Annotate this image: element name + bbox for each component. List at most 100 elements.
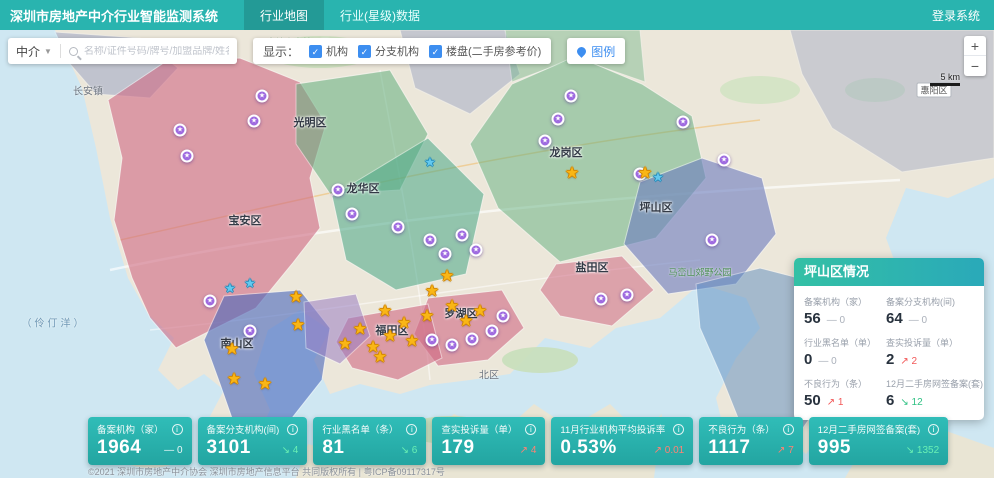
info-icon[interactable]: i — [783, 424, 794, 435]
agency-marker-icon[interactable]: ★ — [706, 234, 719, 247]
estate-star-icon[interactable]: ★ — [338, 337, 352, 353]
estate-star-icon[interactable]: ★ — [440, 269, 454, 285]
stat-card-bottom: 179↗ 4 — [441, 437, 536, 459]
estate-star-icon[interactable]: ★ — [378, 304, 392, 320]
display-checkbox-2[interactable]: ✓ 楼盘(二手房参考价) — [429, 43, 541, 59]
estate-star-icon[interactable]: ★ — [565, 166, 579, 182]
panel-stat-label: 不良行为（条） — [804, 377, 876, 390]
display-checkbox-0[interactable]: ✓机构 — [309, 43, 348, 59]
search-input[interactable] — [84, 46, 229, 57]
agency-marker-icon[interactable]: ★ — [181, 150, 194, 163]
stat-card-top: 11月行业机构平均投诉率 i — [560, 422, 684, 436]
agency-marker-icon[interactable]: ★ — [446, 339, 459, 352]
trend-flat-icon: — 0 — [164, 445, 182, 456]
agency-marker-icon[interactable]: ★ — [456, 229, 469, 242]
estate-star-icon[interactable]: ★ — [425, 284, 439, 300]
display-checkbox-1[interactable]: ✓分支机构 — [358, 43, 419, 59]
district-label: 宝安区 — [229, 212, 262, 228]
agency-marker-icon[interactable]: ★ — [565, 90, 578, 103]
estate-star-icon[interactable]: ★ — [638, 166, 652, 182]
estate-star-icon[interactable]: ★ — [405, 334, 419, 350]
zoom-in-button[interactable]: + — [964, 36, 986, 56]
estate-star-icon[interactable]: ★ — [289, 290, 303, 306]
info-icon[interactable]: i — [287, 424, 298, 435]
nav-item-1[interactable]: 行业(星级)数据 — [324, 0, 436, 30]
district-info-panel: 坪山区情况 备案机构（家）56— 0备案分支机构(间)64— 0行业黑名单（单）… — [794, 258, 984, 420]
category-dropdown[interactable]: 中介 ▼ — [16, 43, 52, 60]
estate-star-icon[interactable]: ★ — [258, 377, 272, 393]
agency-marker-icon[interactable]: ★ — [470, 244, 483, 257]
agency-marker-icon[interactable]: ★ — [248, 115, 261, 128]
zoom-control: + − — [964, 36, 986, 76]
agency-marker-icon[interactable]: ★ — [332, 184, 345, 197]
info-icon[interactable]: i — [673, 424, 684, 435]
info-icon[interactable]: i — [406, 424, 417, 435]
agency-marker-icon[interactable]: ★ — [539, 135, 552, 148]
panel-stat-label: 备案分支机构(间) — [886, 295, 983, 308]
stat-card-value: 1964 — [97, 437, 141, 459]
agency-marker-icon[interactable]: ★ — [497, 310, 510, 323]
stat-card-value: 1117 — [708, 437, 750, 459]
legend-label: 图例 — [591, 43, 615, 60]
checkbox-label: 楼盘(二手房参考价) — [446, 43, 541, 59]
trend-down-icon: ↘ 1352 — [906, 445, 939, 456]
checkbox-icon[interactable]: ✓ — [358, 45, 371, 58]
stat-card-top: 不良行为（条）i — [708, 422, 794, 436]
estate-star-icon[interactable]: ★ — [227, 372, 241, 388]
stat-card: 查实投诉量（单） i 179↗ 4 — [432, 417, 545, 465]
agency-marker-icon[interactable]: ★ — [595, 293, 608, 306]
info-icon[interactable]: i — [525, 424, 536, 435]
zoom-out-button[interactable]: − — [964, 56, 986, 76]
agency-marker-icon[interactable]: ★ — [204, 295, 217, 308]
branch-star-icon[interactable]: ★ — [244, 277, 256, 290]
estate-star-icon[interactable]: ★ — [459, 314, 473, 330]
info-icon[interactable]: i — [172, 424, 183, 435]
trend-flat-icon: — 0 — [818, 356, 836, 367]
agency-marker-icon[interactable]: ★ — [718, 154, 731, 167]
agency-marker-icon[interactable]: ★ — [174, 124, 187, 137]
legend-button[interactable]: 图例 — [567, 38, 625, 64]
agency-marker-icon[interactable]: ★ — [392, 221, 405, 234]
display-checkboxes: ✓机构✓分支机构✓楼盘(二手房参考价) — [309, 43, 541, 59]
branch-star-icon[interactable]: ★ — [424, 156, 436, 169]
panel-stat-value: 0 — [804, 351, 812, 368]
stat-card-value: 179 — [441, 437, 474, 459]
map-toolbar: 中介 ▼ 显示： ✓机构✓分支机构✓楼盘(二手房参考价) 图例 — [8, 38, 625, 64]
search-icon — [69, 47, 78, 56]
map-container[interactable]: 宝安区光明区龙华区龙岗区坪山区盐田区罗湖区福田区南山区长安镇大岭山森林公园马峦山… — [0, 30, 994, 478]
estate-star-icon[interactable]: ★ — [225, 342, 239, 358]
agency-marker-icon[interactable]: ★ — [486, 325, 499, 338]
agency-marker-icon[interactable]: ★ — [424, 234, 437, 247]
branch-star-icon[interactable]: ★ — [224, 282, 236, 295]
stat-card-top: 行业黑名单（条）i — [322, 422, 417, 436]
estate-star-icon[interactable]: ★ — [383, 329, 397, 345]
estate-star-icon[interactable]: ★ — [291, 318, 305, 334]
agency-marker-icon[interactable]: ★ — [346, 208, 359, 221]
checkbox-icon[interactable]: ✓ — [309, 45, 322, 58]
info-icon[interactable]: i — [928, 424, 939, 435]
stat-card-label: 查实投诉量（单） — [441, 422, 517, 436]
nav-item-0[interactable]: 行业地图 — [244, 0, 324, 30]
agency-marker-icon[interactable]: ★ — [677, 116, 690, 129]
agency-marker-icon[interactable]: ★ — [621, 289, 634, 302]
estate-star-icon[interactable]: ★ — [420, 309, 434, 325]
stat-card-label: 11月行业机构平均投诉率 — [560, 422, 665, 436]
checkbox-icon[interactable]: ✓ — [429, 45, 442, 58]
agency-marker-icon[interactable]: ★ — [466, 333, 479, 346]
stat-card: 备案分支机构(间)i3101↘ 4 — [198, 417, 308, 465]
estate-star-icon[interactable]: ★ — [373, 350, 387, 366]
estate-star-icon[interactable]: ★ — [473, 304, 487, 320]
agency-marker-icon[interactable]: ★ — [552, 113, 565, 126]
panel-stat-label: 行业黑名单（单） — [804, 336, 876, 349]
agency-marker-icon[interactable]: ★ — [439, 248, 452, 261]
stat-card-value: 81 — [322, 437, 344, 459]
branch-star-icon[interactable]: ★ — [652, 171, 664, 184]
estate-star-icon[interactable]: ★ — [353, 322, 367, 338]
estate-star-icon[interactable]: ★ — [397, 316, 411, 332]
agency-marker-icon[interactable]: ★ — [256, 90, 269, 103]
estate-star-icon[interactable]: ★ — [445, 299, 459, 315]
agency-marker-icon[interactable]: ★ — [244, 325, 257, 338]
login-button[interactable]: 登录系统 — [932, 7, 980, 24]
agency-marker-icon[interactable]: ★ — [426, 334, 439, 347]
panel-stat-value: 64 — [886, 310, 903, 327]
